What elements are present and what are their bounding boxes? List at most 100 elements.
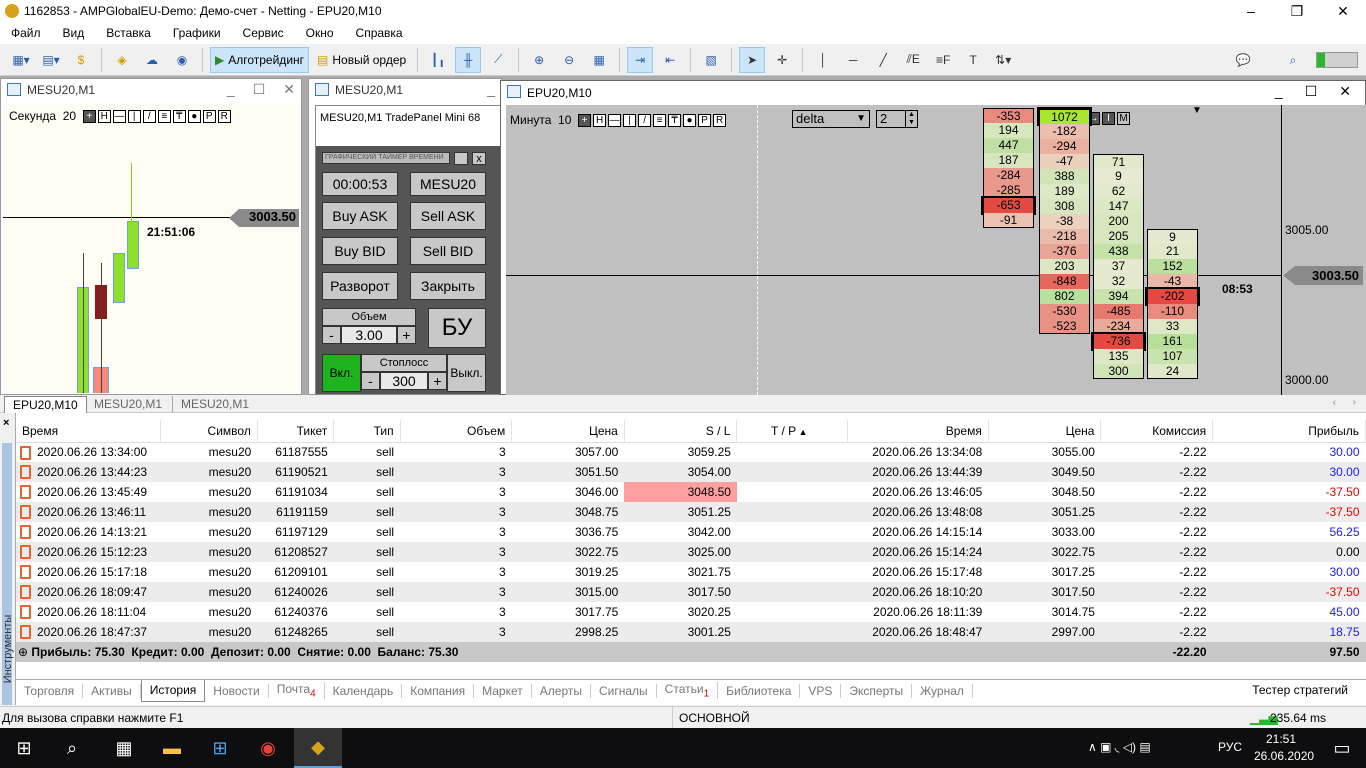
maximize-button[interactable]: ☐ [253,81,266,98]
tool-m[interactable]: M [1117,112,1130,125]
maximize-button[interactable]: ❐ [1274,0,1320,22]
toolbox-tab[interactable]: Активы [83,683,141,698]
clock-time[interactable]: 21:51 [1266,732,1296,746]
toolbox-tab[interactable]: Почта4 [269,681,325,700]
chart-canvas[interactable]: Минута 10 +H—|/≡₸●PR delta▼ 2▲▼ A → I M … [506,105,1366,395]
breakeven-button[interactable]: БУ [428,308,486,348]
calculator-icon[interactable]: ▦ [100,728,148,768]
signals-icon[interactable]: ◉ [169,47,195,73]
volume-plus-button[interactable]: + [397,326,416,344]
stoploss-on-button[interactable]: Вкл. [322,354,361,392]
candlestick-icon[interactable]: ╫ [455,46,482,73]
table-row[interactable]: 2020.06.26 13:44:23 mesu20 61190521 sell 3 30… [16,462,1366,482]
toolbox-tab[interactable]: Журнал [912,683,973,698]
tray-icons[interactable]: ∧ ▣ ◟ ◁) ▤ [1088,740,1151,754]
column-header[interactable]: Тип [333,420,401,443]
table-row[interactable]: 2020.06.26 18:11:04 mesu20 61240376 sell 3 30… [16,602,1366,622]
table-row[interactable]: 2020.06.26 13:46:11 mesu20 61191159 sell 3 30… [16,502,1366,522]
buy-bid-button[interactable]: Buy BID [322,237,398,265]
dot-tool[interactable]: ● [683,113,697,127]
tabs-scroll-left[interactable]: ‹ [1333,397,1336,408]
close-button[interactable]: ✕ [1320,0,1366,22]
table-row[interactable]: 2020.06.26 13:45:49 mesu20 61191034 sell 3 30… [16,482,1366,502]
close-button[interactable]: ✕ [1339,83,1351,100]
profiles-icon[interactable]: ▤▾ [38,47,64,73]
new-order-button[interactable]: ▤ Новый ордер [313,47,410,73]
hline-tool[interactable]: — [608,113,622,127]
menu-file[interactable]: Файл [0,26,52,40]
column-header[interactable]: Объем [400,420,513,443]
menu-view[interactable]: Вид [52,26,96,40]
strategy-tester-tab[interactable]: Тестер стратегий [1252,683,1348,697]
status-profile[interactable]: ОСНОВНОЙ [672,707,807,729]
chart-tab-mesu20-2[interactable]: MESU20,M1 [172,396,257,413]
trendline-icon[interactable]: ╱ [870,47,896,73]
column-header[interactable]: Цена [511,420,625,443]
cloud-icon[interactable]: ☁ [139,47,165,73]
column-header[interactable]: Тикет [257,420,335,443]
crosshair-icon[interactable]: ✛ [769,47,795,73]
h-tool[interactable]: H [97,109,111,123]
search-icon[interactable]: ⌕ [1280,47,1306,73]
volume-input[interactable]: 3.00 [341,326,397,344]
tool-i[interactable]: I [1102,112,1115,125]
toolbox-tab[interactable]: Компания [402,683,475,698]
table-row[interactable]: 2020.06.26 18:47:37 mesu20 61248265 sell 3 29… [16,622,1366,642]
expand-icon[interactable]: ⊕ [18,645,28,659]
sell-bid-button[interactable]: Sell BID [410,237,486,265]
maximize-button[interactable]: ☐ [1305,83,1318,100]
fib-tool[interactable]: ₸ [668,113,682,127]
chart-shift-marker[interactable]: ▼ [1192,105,1202,116]
toolbox-tab[interactable]: Статьи1 [657,681,719,700]
close-icon[interactable]: × [3,417,9,429]
p-tool[interactable]: P [202,109,216,123]
column-header[interactable]: Прибыль [1212,420,1366,443]
menu-window[interactable]: Окно [295,26,345,40]
toolbox-tab[interactable]: Эксперты [841,683,913,698]
stoploss-off-button[interactable]: Выкл. [447,354,486,392]
search-icon[interactable]: ⌕ [48,728,96,768]
line-chart-icon[interactable]: ⟋ [485,47,511,73]
horizontal-line-icon[interactable]: ─ [840,47,866,73]
chrome-icon[interactable]: ◉ [244,728,292,768]
vline-tool[interactable]: | [623,113,637,127]
panel-minimize-button[interactable] [454,152,468,165]
close-button[interactable]: ✕ [283,81,295,98]
column-header[interactable]: S / L [624,420,738,443]
dot-tool[interactable]: ● [187,109,201,123]
toolbox-tab[interactable]: Маркет [474,683,532,698]
minimize-button[interactable]: _ [227,81,235,98]
chart-window-mesu20-left[interactable]: MESU20,M1 _ ☐ ✕ Секунда 20 + H — | / ≡ ₸ ● P R 21:5… [0,78,302,395]
table-row[interactable]: 2020.06.26 18:09:47 mesu20 61240026 sell 3 30… [16,582,1366,602]
toolbox-tab[interactable]: Библиотека [718,683,801,698]
clock-date[interactable]: 26.06.2020 [1254,749,1314,763]
table-row[interactable]: 2020.06.26 14:13:21 mesu20 61197129 sell 3 30… [16,522,1366,542]
new-chart-icon[interactable]: ▦▾ [8,47,34,73]
buy-ask-button[interactable]: Buy ASK [322,202,398,230]
menu-insert[interactable]: Вставка [95,26,162,40]
crosshair-tool[interactable]: + [82,109,96,123]
store-icon[interactable]: ⊞ [196,728,244,768]
toolbox-tab[interactable]: Алерты [532,683,591,698]
menu-help[interactable]: Справка [345,26,414,40]
arrows-icon[interactable]: ⇅▾ [990,47,1016,73]
trend-tool[interactable]: / [638,113,652,127]
chart-window-epu20[interactable]: EPU20,M10 _ ☐ ✕ Минута 10 + H — | / ≡ ₸ ● P R delta… [500,80,1366,395]
crosshair-tool[interactable]: + [578,113,592,127]
minimize-button[interactable]: _ [1275,83,1283,100]
stoploss-input[interactable]: 300 [380,372,428,390]
vline-tool[interactable]: | [127,109,141,123]
toolbox-tab[interactable]: Торговля [16,683,84,698]
zoom-out-icon[interactable]: ⊖ [556,47,582,73]
panel-close-button[interactable]: x [472,152,486,165]
cursor-icon[interactable]: ➤ [739,46,766,73]
notifications-icon[interactable]: ▭ [1318,728,1366,768]
sell-ask-button[interactable]: Sell ASK [410,202,486,230]
toolbox-tab[interactable]: Календарь [325,683,403,698]
stoploss-plus-button[interactable]: + [428,372,447,390]
table-row[interactable]: 2020.06.26 13:34:00 mesu20 61187555 sell 3 30… [16,442,1366,462]
fibonacci-icon[interactable]: ≡F [930,47,956,73]
autoscroll-icon[interactable]: ⇥ [627,46,654,73]
column-header[interactable]: T / P ▲ [736,420,849,443]
fib-tool[interactable]: ₸ [172,109,186,123]
